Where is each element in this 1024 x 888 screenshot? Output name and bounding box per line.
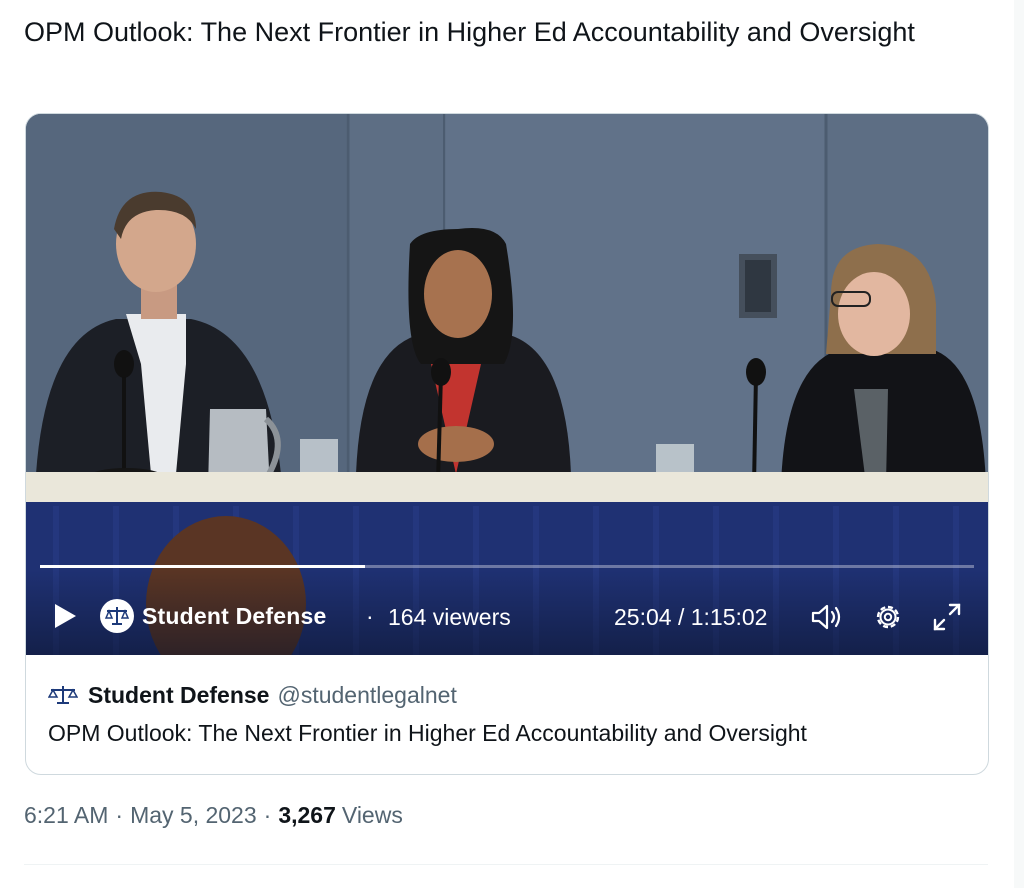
divider <box>24 864 988 865</box>
separator: · <box>115 802 124 828</box>
volume-icon <box>811 604 841 630</box>
live-broadcast-card[interactable]: Student Defense · 164 viewers 25:04 / 1:… <box>25 113 989 775</box>
volume-button[interactable] <box>810 602 844 632</box>
channel-name[interactable]: Student Defense <box>142 603 326 630</box>
progress-bar[interactable] <box>40 565 974 568</box>
scales-icon <box>104 607 130 625</box>
tweet-meta: 6:21 AM · May 5, 2023 · 3,267 Views <box>24 802 403 829</box>
play-button[interactable] <box>50 601 80 631</box>
gear-icon <box>876 605 900 629</box>
timestamp-time[interactable]: 6:21 AM <box>24 802 108 829</box>
play-icon <box>55 604 76 628</box>
card-description: OPM Outlook: The Next Frontier in Higher… <box>48 720 807 746</box>
player-controls: Student Defense · 164 viewers 25:04 / 1:… <box>26 569 988 655</box>
separator: · <box>366 603 374 629</box>
viewer-count: 164 viewers <box>388 604 511 630</box>
video-player[interactable]: Student Defense · 164 viewers 25:04 / 1:… <box>26 114 988 655</box>
author-handle[interactable]: @studentlegalnet <box>277 682 456 709</box>
channel-avatar[interactable] <box>100 599 134 633</box>
views-label: Views <box>341 802 403 828</box>
page-scrollbar[interactable] <box>1014 0 1024 888</box>
scales-icon <box>48 686 78 704</box>
progress-fill <box>40 565 366 568</box>
timestamp-date[interactable]: May 5, 2023 <box>130 802 257 829</box>
playback-time: 25:04 / 1:15:02 <box>614 604 768 630</box>
fullscreen-button[interactable] <box>931 601 963 633</box>
settings-button[interactable] <box>872 601 904 633</box>
card-author-row[interactable]: Student Defense @studentlegalnet <box>48 680 457 710</box>
expand-icon <box>933 603 961 631</box>
separator: · <box>263 802 272 828</box>
tweet-text: OPM Outlook: The Next Frontier in Higher… <box>24 17 915 47</box>
views-count: 3,267 <box>278 802 336 828</box>
author-name[interactable]: Student Defense <box>88 682 269 709</box>
